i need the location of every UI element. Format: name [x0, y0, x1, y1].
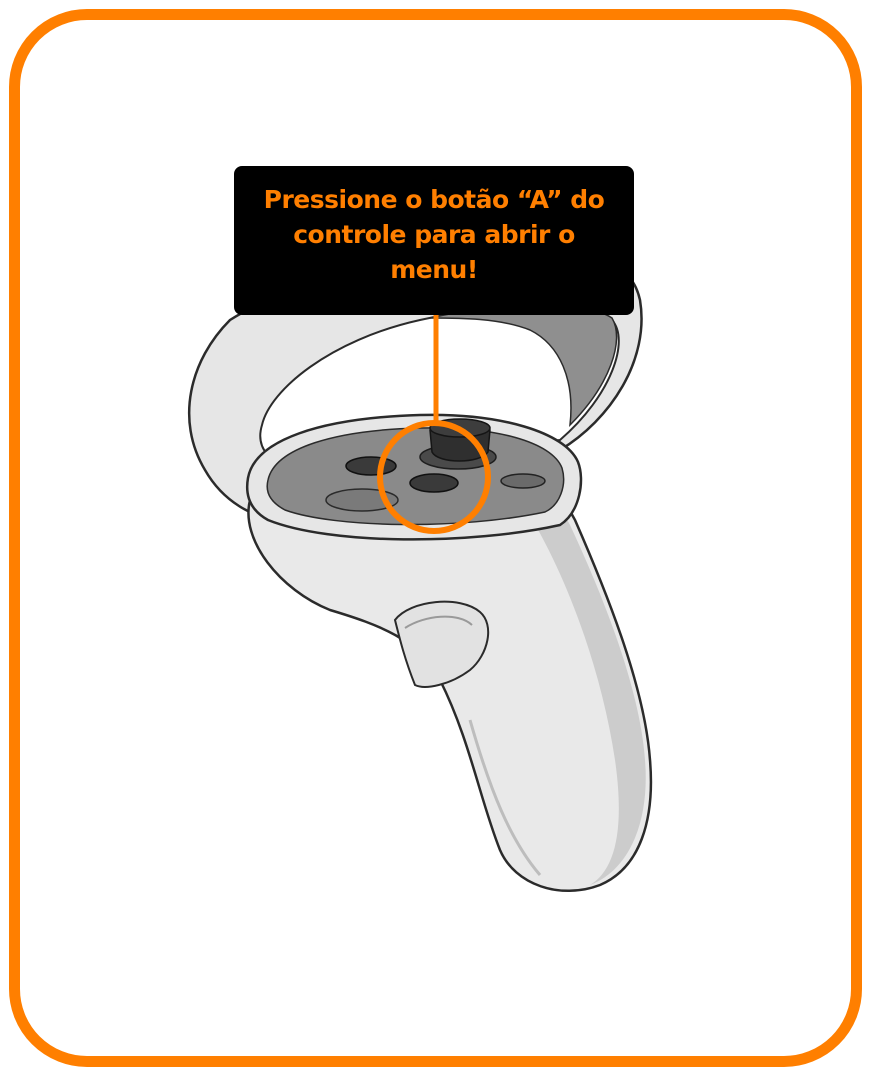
controller-grip: [247, 482, 653, 893]
vr-controller-illustration: [187, 252, 653, 893]
menu-button: [500, 473, 546, 489]
instruction-text: Pressione o botão “A” do controle para a…: [263, 185, 605, 284]
button-b: [345, 456, 397, 476]
button-a: [409, 473, 459, 493]
instruction-callout: Pressione o botão “A” do controle para a…: [234, 166, 634, 315]
